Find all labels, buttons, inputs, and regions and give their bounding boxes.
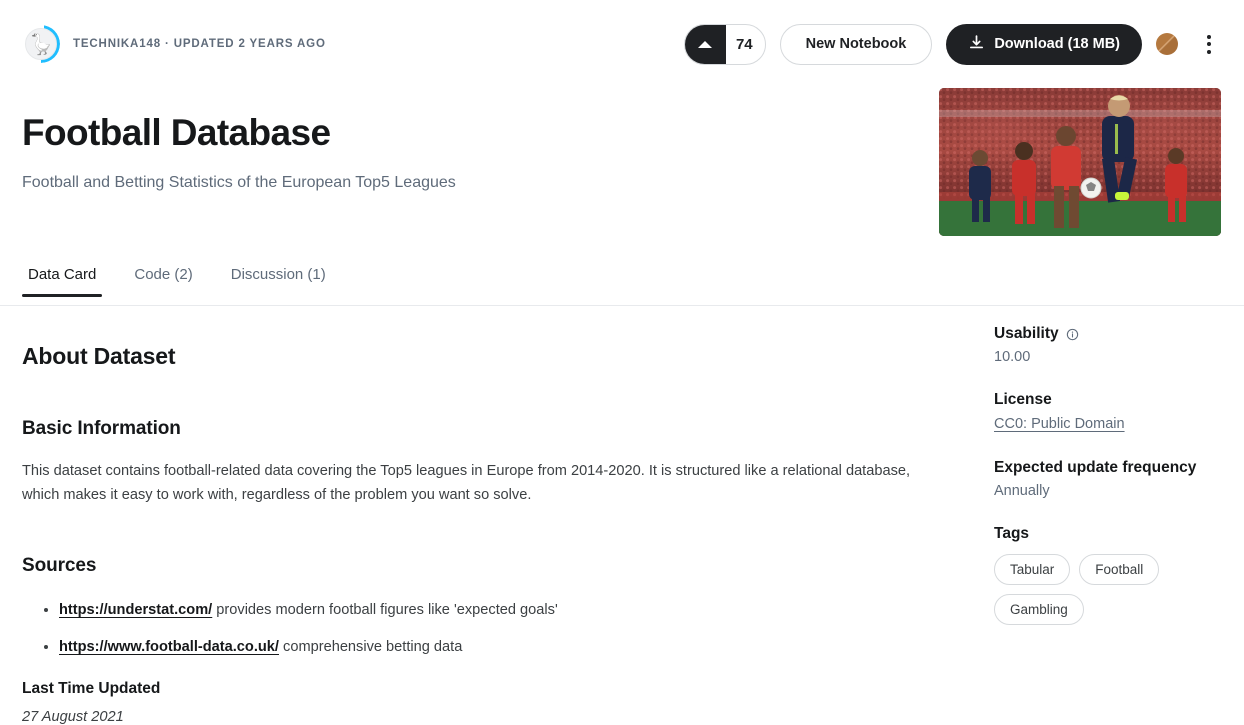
sources-heading: Sources xyxy=(22,555,97,577)
usability-value: 10.00 xyxy=(994,349,1031,365)
goose-avatar-icon: 🪿 xyxy=(28,33,54,56)
update-frequency-heading: Expected update frequency xyxy=(994,459,1224,477)
usability-label: Usability xyxy=(994,325,1059,342)
bronze-medal-icon[interactable] xyxy=(1156,33,1178,55)
more-vertical-icon[interactable] xyxy=(1196,29,1222,59)
tab-data-card[interactable]: Data Card xyxy=(22,266,103,297)
author-block[interactable]: 🪿 TECHNIKA148 · UPDATED 2 YEARS AGO xyxy=(22,25,326,63)
info-circle-icon[interactable] xyxy=(1066,328,1079,341)
source-desc-football-data: comprehensive betting data xyxy=(278,638,463,655)
license-heading: License xyxy=(994,391,1224,409)
update-frequency-label: Expected update frequency xyxy=(994,459,1197,476)
top-bar: 🪿 TECHNIKA148 · UPDATED 2 YEARS AGO 74 N… xyxy=(0,0,1244,88)
new-notebook-button[interactable]: New Notebook xyxy=(779,23,933,65)
download-button-label: Download (18 MB) xyxy=(994,36,1120,52)
tab-code[interactable]: Code (2) xyxy=(128,266,198,297)
tags-list: Tabular Football Gambling xyxy=(994,554,1194,625)
page-title: Football Database xyxy=(22,112,331,153)
caret-up-icon[interactable] xyxy=(684,24,726,64)
dataset-thumbnail xyxy=(939,88,1221,236)
top-bar-actions: 74 New Notebook Download (18 MB) xyxy=(683,23,1222,65)
metadata-sidebar: Usability 10.00 License CC0: Public Doma… xyxy=(994,325,1224,651)
last-updated-value: 27 August 2021 xyxy=(22,708,124,725)
sources-list: https://understat.com/ provides modern f… xyxy=(22,599,952,659)
basic-information-heading: Basic Information xyxy=(22,418,181,439)
main-content: About Dataset Basic Information This dat… xyxy=(22,325,952,725)
source-desc-understat: provides modern football figures like 'e… xyxy=(212,602,558,619)
list-item: https://www.football-data.co.uk/ compreh… xyxy=(59,636,952,660)
license-block: License CC0: Public Domain xyxy=(994,391,1224,433)
avatar-image: 🪿 xyxy=(25,28,57,60)
upvote-button[interactable]: 74 xyxy=(683,23,766,65)
basic-information-body: This dataset contains football-related d… xyxy=(22,463,911,503)
download-button[interactable]: Download (18 MB) xyxy=(946,23,1142,65)
tags-block: Tags Tabular Football Gambling xyxy=(994,525,1224,625)
tag-chip-gambling[interactable]: Gambling xyxy=(994,594,1084,625)
usability-block: Usability 10.00 xyxy=(994,325,1224,365)
author-meta: TECHNIKA148 · UPDATED 2 YEARS AGO xyxy=(73,38,326,50)
tag-chip-football[interactable]: Football xyxy=(1079,554,1160,585)
avatar[interactable]: 🪿 xyxy=(22,25,60,63)
source-link-football-data[interactable]: https://www.football-data.co.uk/ xyxy=(59,639,279,655)
update-frequency-value: Annually xyxy=(994,483,1050,499)
about-dataset-heading: About Dataset xyxy=(22,343,176,369)
license-link[interactable]: CC0: Public Domain xyxy=(994,416,1125,432)
tab-discussion[interactable]: Discussion (1) xyxy=(225,266,332,297)
last-updated-heading: Last Time Updated xyxy=(22,679,161,697)
list-item: https://understat.com/ provides modern f… xyxy=(59,599,952,623)
tag-chip-tabular[interactable]: Tabular xyxy=(994,554,1071,585)
download-icon xyxy=(968,34,985,55)
tags-heading: Tags xyxy=(994,525,1224,543)
update-frequency-block: Expected update frequency Annually xyxy=(994,459,1224,499)
tags-label: Tags xyxy=(994,525,1030,542)
tab-bar: Data Card Code (2) Discussion (1) xyxy=(22,266,332,297)
license-label: License xyxy=(994,391,1052,408)
upvote-count: 74 xyxy=(735,35,753,53)
page-subtitle: Football and Betting Statistics of the E… xyxy=(22,174,456,191)
source-link-understat[interactable]: https://understat.com/ xyxy=(59,602,212,618)
usability-heading: Usability xyxy=(994,325,1224,343)
tabs-divider xyxy=(0,305,1244,306)
